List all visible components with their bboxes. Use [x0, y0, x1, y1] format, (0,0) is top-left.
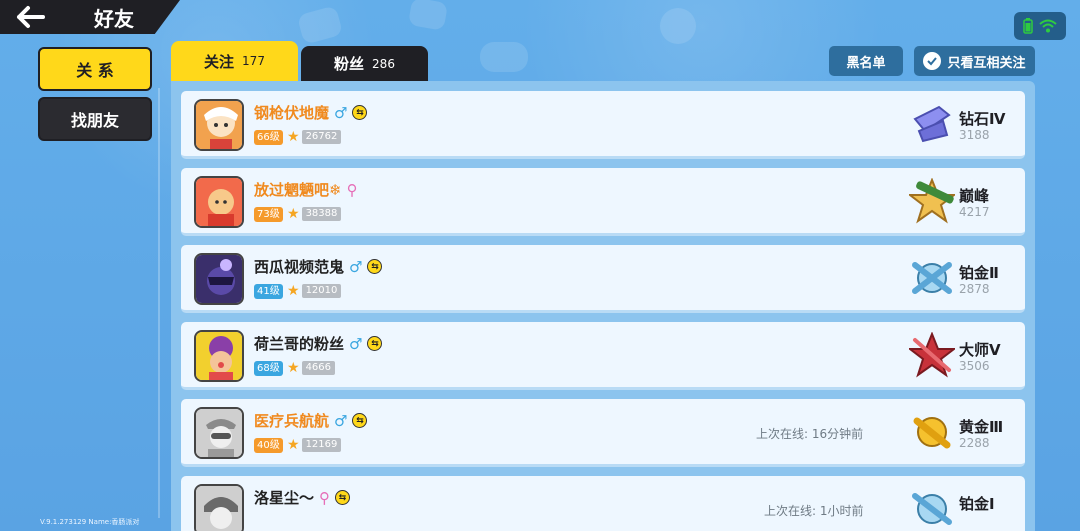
male-icon: ♂ — [334, 103, 348, 122]
rank-name: 黄金Ⅲ — [959, 418, 1004, 436]
score-value: 38388 — [301, 207, 342, 221]
platinum-rank-icon — [912, 493, 952, 525]
friend-list[interactable]: 钢枪伏地魔 ♂ ⇆ 66级 ★ 26762 钻石Ⅳ 3188 放过魍魉吧❄ ⚲ … — [171, 81, 1035, 531]
blacklist-button[interactable]: 黑名单 — [829, 46, 903, 76]
friend-name: 洛星尘～ ⚲ ⇆ — [254, 487, 351, 508]
rank-points: 4217 — [959, 205, 990, 219]
rank-points: 2878 — [959, 282, 990, 296]
tab-following[interactable]: 关注 177 — [171, 41, 298, 81]
score-badge: ★ 4666 — [287, 360, 336, 376]
friend-name: 钢枪伏地魔 ♂ ⇆ — [254, 102, 368, 123]
mutual-follow-icon: ⇆ — [367, 336, 383, 351]
friend-name: 西瓜视频范鬼 ♂ ⇆ — [254, 256, 383, 277]
friend-name: 医疗兵航航 ♂ ⇆ — [254, 410, 368, 431]
rank-name: 铂金Ⅰ — [959, 495, 995, 513]
friend-row[interactable]: 钢枪伏地魔 ♂ ⇆ 66级 ★ 26762 钻石Ⅳ 3188 — [181, 91, 1025, 159]
rank-points: 3188 — [959, 128, 990, 142]
version-label: V.9.1.273129 Name:香肠派对 — [40, 518, 140, 526]
score-value: 4666 — [301, 361, 336, 375]
friend-row[interactable]: 西瓜视频范鬼 ♂ ⇆ 41级 ★ 12010 铂金Ⅱ 2878 — [181, 245, 1025, 313]
male-icon: ♂ — [349, 257, 363, 276]
friend-name-text: 洛星尘～ — [254, 489, 315, 507]
tab-fans[interactable]: 粉丝 286 — [301, 46, 428, 81]
level-badge: 41级 — [254, 284, 283, 299]
friend-name: 荷兰哥的粉丝 ♂ ⇆ — [254, 333, 383, 354]
score-value: 12010 — [301, 284, 342, 298]
rank-name: 巅峰 — [959, 187, 990, 205]
male-icon: ♂ — [334, 411, 348, 430]
rank-name: 铂金Ⅱ — [959, 264, 999, 282]
female-icon: ⚲ — [346, 180, 358, 199]
score-badge: ★ 12169 — [287, 437, 342, 453]
avatar[interactable] — [194, 484, 244, 531]
friend-name-text: 西瓜视频范鬼 — [254, 258, 345, 276]
score-value: 26762 — [301, 130, 342, 144]
friend-row[interactable]: 荷兰哥的粉丝 ♂ ⇆ 68级 ★ 4666 大师Ⅴ 3506 — [181, 322, 1025, 390]
tab-fans-label: 粉丝 — [334, 55, 365, 73]
friend-name-text: 钢枪伏地魔 — [254, 104, 330, 122]
male-icon: ♂ — [349, 334, 363, 353]
friend-row[interactable]: 放过魍魉吧❄ ⚲ 73级 ★ 38388 巅峰 4217 — [181, 168, 1025, 236]
battery-icon — [1023, 18, 1033, 34]
tab-following-label: 关注 — [204, 52, 235, 71]
avatar[interactable] — [194, 253, 244, 305]
gold-rank-icon — [913, 417, 951, 449]
mutual-follow-filter-button[interactable]: 只看互相关注 — [914, 46, 1035, 76]
friend-row[interactable]: 医疗兵航航 ♂ ⇆ 40级 ★ 12169 上次在线: 16分钟前 黄金Ⅲ 22… — [181, 399, 1025, 467]
level-badge: 40级 — [254, 438, 283, 453]
score-badge: ★ 26762 — [287, 129, 342, 145]
score-badge: ★ 38388 — [287, 206, 342, 222]
platinum-rank-icon — [912, 262, 952, 294]
avatar[interactable] — [194, 99, 244, 151]
level-badge: 66级 — [254, 130, 283, 145]
status-indicators — [1014, 12, 1066, 40]
friend-row[interactable]: 洛星尘～ ⚲ ⇆ 上次在线: 1小时前 铂金Ⅰ — [181, 476, 1025, 531]
rank-name: 大师Ⅴ — [959, 341, 1001, 359]
star-icon: ★ — [287, 283, 300, 299]
back-arrow-icon[interactable] — [16, 5, 46, 29]
gamepad-decoration — [480, 42, 528, 72]
friend-name-text: 医疗兵航航 — [254, 412, 330, 430]
friend-name: 放过魍魉吧❄ ⚲ — [254, 179, 358, 200]
mutual-follow-icon: ⇆ — [335, 490, 351, 505]
avatar[interactable] — [194, 330, 244, 382]
friend-name-text: 荷兰哥的粉丝 — [254, 335, 345, 353]
mutual-follow-icon: ⇆ — [352, 413, 368, 428]
peak-rank-icon — [909, 178, 955, 224]
nav-relations[interactable]: 关 系 — [38, 47, 152, 91]
star-icon: ★ — [287, 206, 300, 222]
wifi-icon — [1039, 19, 1057, 33]
tab-following-count: 177 — [242, 54, 265, 68]
rank-name: 钻石Ⅳ — [959, 110, 1006, 128]
mutual-follow-label: 只看互相关注 — [947, 55, 1026, 71]
level-badge: 73级 — [254, 207, 283, 222]
mutual-follow-icon: ⇆ — [352, 105, 368, 120]
background-decoration — [660, 8, 696, 44]
star-icon: ★ — [287, 129, 300, 145]
top-bar: 好友 — [0, 0, 180, 34]
star-icon: ★ — [287, 360, 300, 376]
checkmark-icon — [923, 52, 942, 70]
rank-points: 2288 — [959, 436, 990, 450]
friend-name-text: 放过魍魉吧❄ — [254, 181, 342, 199]
master-rank-icon — [909, 332, 955, 378]
female-icon: ⚲ — [319, 488, 331, 507]
diamond-rank-icon — [913, 105, 951, 143]
star-icon: ★ — [287, 437, 300, 453]
divider — [158, 88, 160, 518]
page-title: 好友 — [94, 6, 134, 31]
tab-fans-count: 286 — [372, 56, 395, 71]
score-value: 12169 — [301, 438, 342, 452]
last-online: 上次在线: 1小时前 — [764, 504, 864, 518]
last-online: 上次在线: 16分钟前 — [756, 427, 864, 441]
avatar[interactable] — [194, 176, 244, 228]
mutual-follow-icon: ⇆ — [367, 259, 383, 274]
level-badge: 68级 — [254, 361, 283, 376]
rank-points: 3506 — [959, 359, 990, 373]
score-badge: ★ 12010 — [287, 283, 342, 299]
avatar[interactable] — [194, 407, 244, 459]
nav-find-friends[interactable]: 找朋友 — [38, 97, 152, 141]
